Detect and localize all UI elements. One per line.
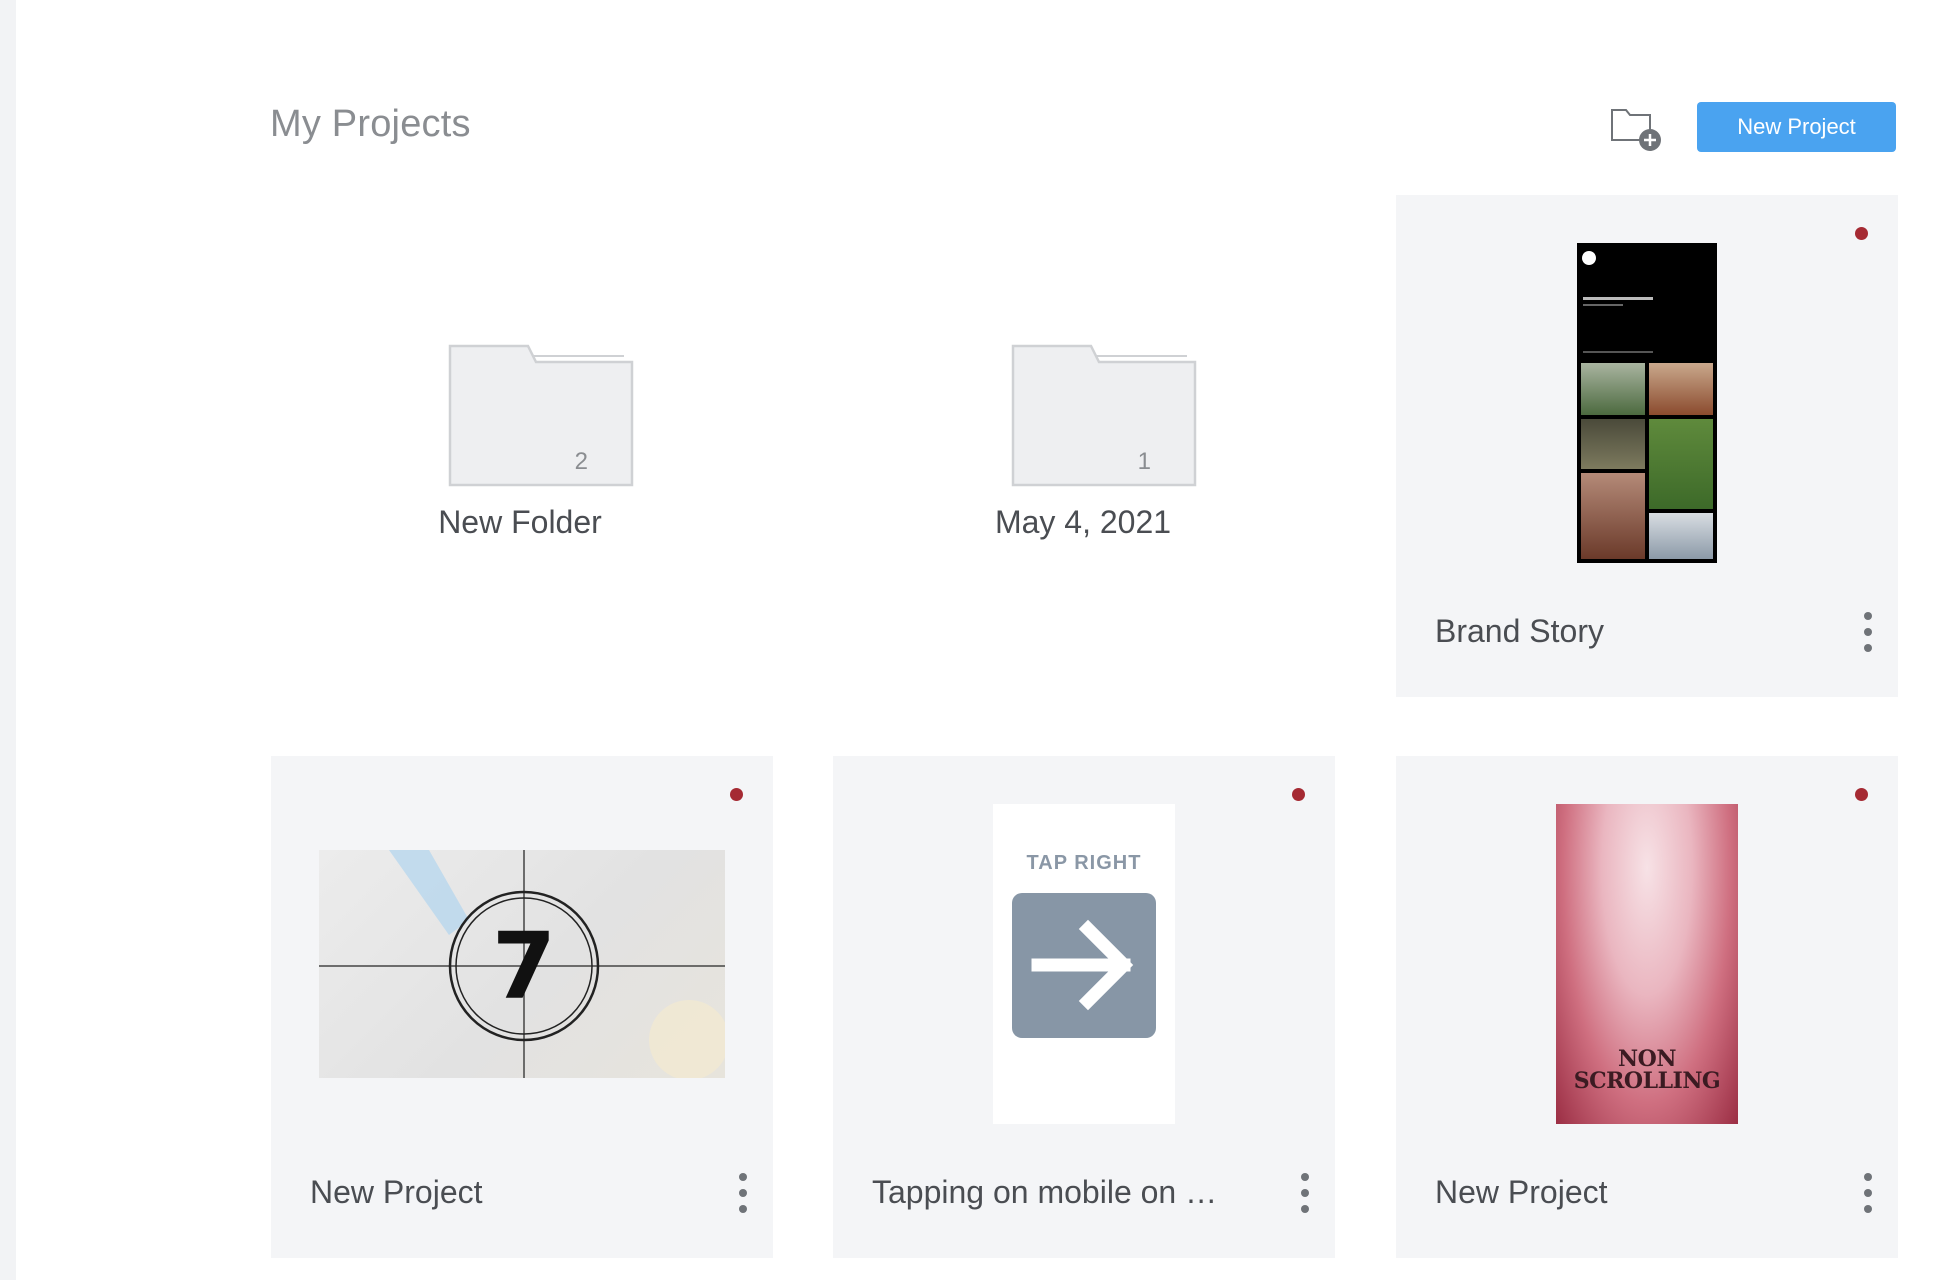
thumbnail-photo: [1649, 363, 1713, 415]
project-card-title: Brand Story: [1435, 613, 1604, 649]
folder-item-name: May 4, 2021: [994, 504, 1172, 540]
project-thumbnail: 7: [319, 850, 725, 1078]
left-rail: [0, 0, 16, 1280]
unsaved-indicator: [1292, 788, 1305, 801]
thumbnail-label: NON SCROLLING: [1573, 1046, 1721, 1094]
folder-item[interactable]: 1 May 4, 2021: [933, 344, 1233, 584]
page-title: My Projects: [270, 103, 471, 145]
project-card-new-project[interactable]: 7 New Project: [271, 756, 773, 1258]
folder-item-count: 1: [1137, 448, 1151, 475]
add-folder-button[interactable]: [1608, 104, 1664, 152]
folder-item-name: New Folder: [438, 504, 602, 540]
project-card-title: New Project: [310, 1174, 483, 1210]
unsaved-indicator: [730, 788, 743, 801]
unsaved-indicator: [1855, 788, 1868, 801]
thumbnail-label: TAP RIGHT: [1026, 852, 1142, 874]
more-options-icon[interactable]: [1856, 608, 1880, 656]
unsaved-indicator: [1855, 227, 1868, 240]
folder-icon: [1011, 344, 1197, 487]
project-thumbnail: [1577, 243, 1717, 563]
logo-icon: [1582, 251, 1596, 265]
folder-icon: [448, 344, 634, 487]
project-card-title: New Project: [1435, 1174, 1608, 1210]
project-card-title: Tapping on mobile on deskt...: [872, 1174, 1232, 1210]
thumbnail-photo: [1649, 419, 1713, 509]
thumbnail-photo: [1581, 419, 1645, 469]
new-project-button[interactable]: New Project: [1697, 102, 1896, 152]
more-options-icon[interactable]: [1293, 1169, 1317, 1217]
arrow-right-icon: [1031, 919, 1134, 1011]
more-options-icon[interactable]: [731, 1169, 755, 1217]
thumbnail-photo: [1581, 473, 1645, 559]
project-card-brand-story[interactable]: Brand Story: [1396, 195, 1898, 697]
folder-plus-icon: [1611, 109, 1661, 151]
countdown-graphic: 7: [319, 850, 725, 1078]
thumbnail-photo: [1581, 363, 1645, 415]
folder-item[interactable]: 2 New Folder: [370, 344, 670, 584]
folder-item-count: 2: [574, 448, 588, 475]
svg-text:7: 7: [492, 913, 556, 1020]
thumbnail-photo: [1649, 513, 1713, 559]
project-card-tapping-on-mobile[interactable]: TAP RIGHT Tapping on mobile on deskt...: [833, 756, 1335, 1258]
project-thumbnail: TAP RIGHT: [993, 804, 1175, 1124]
arrow-box: [1012, 893, 1156, 1038]
more-options-icon[interactable]: [1856, 1169, 1880, 1217]
project-thumbnail: NON SCROLLING: [1556, 804, 1738, 1124]
project-card-new-project-2[interactable]: NON SCROLLING New Project: [1396, 756, 1898, 1258]
